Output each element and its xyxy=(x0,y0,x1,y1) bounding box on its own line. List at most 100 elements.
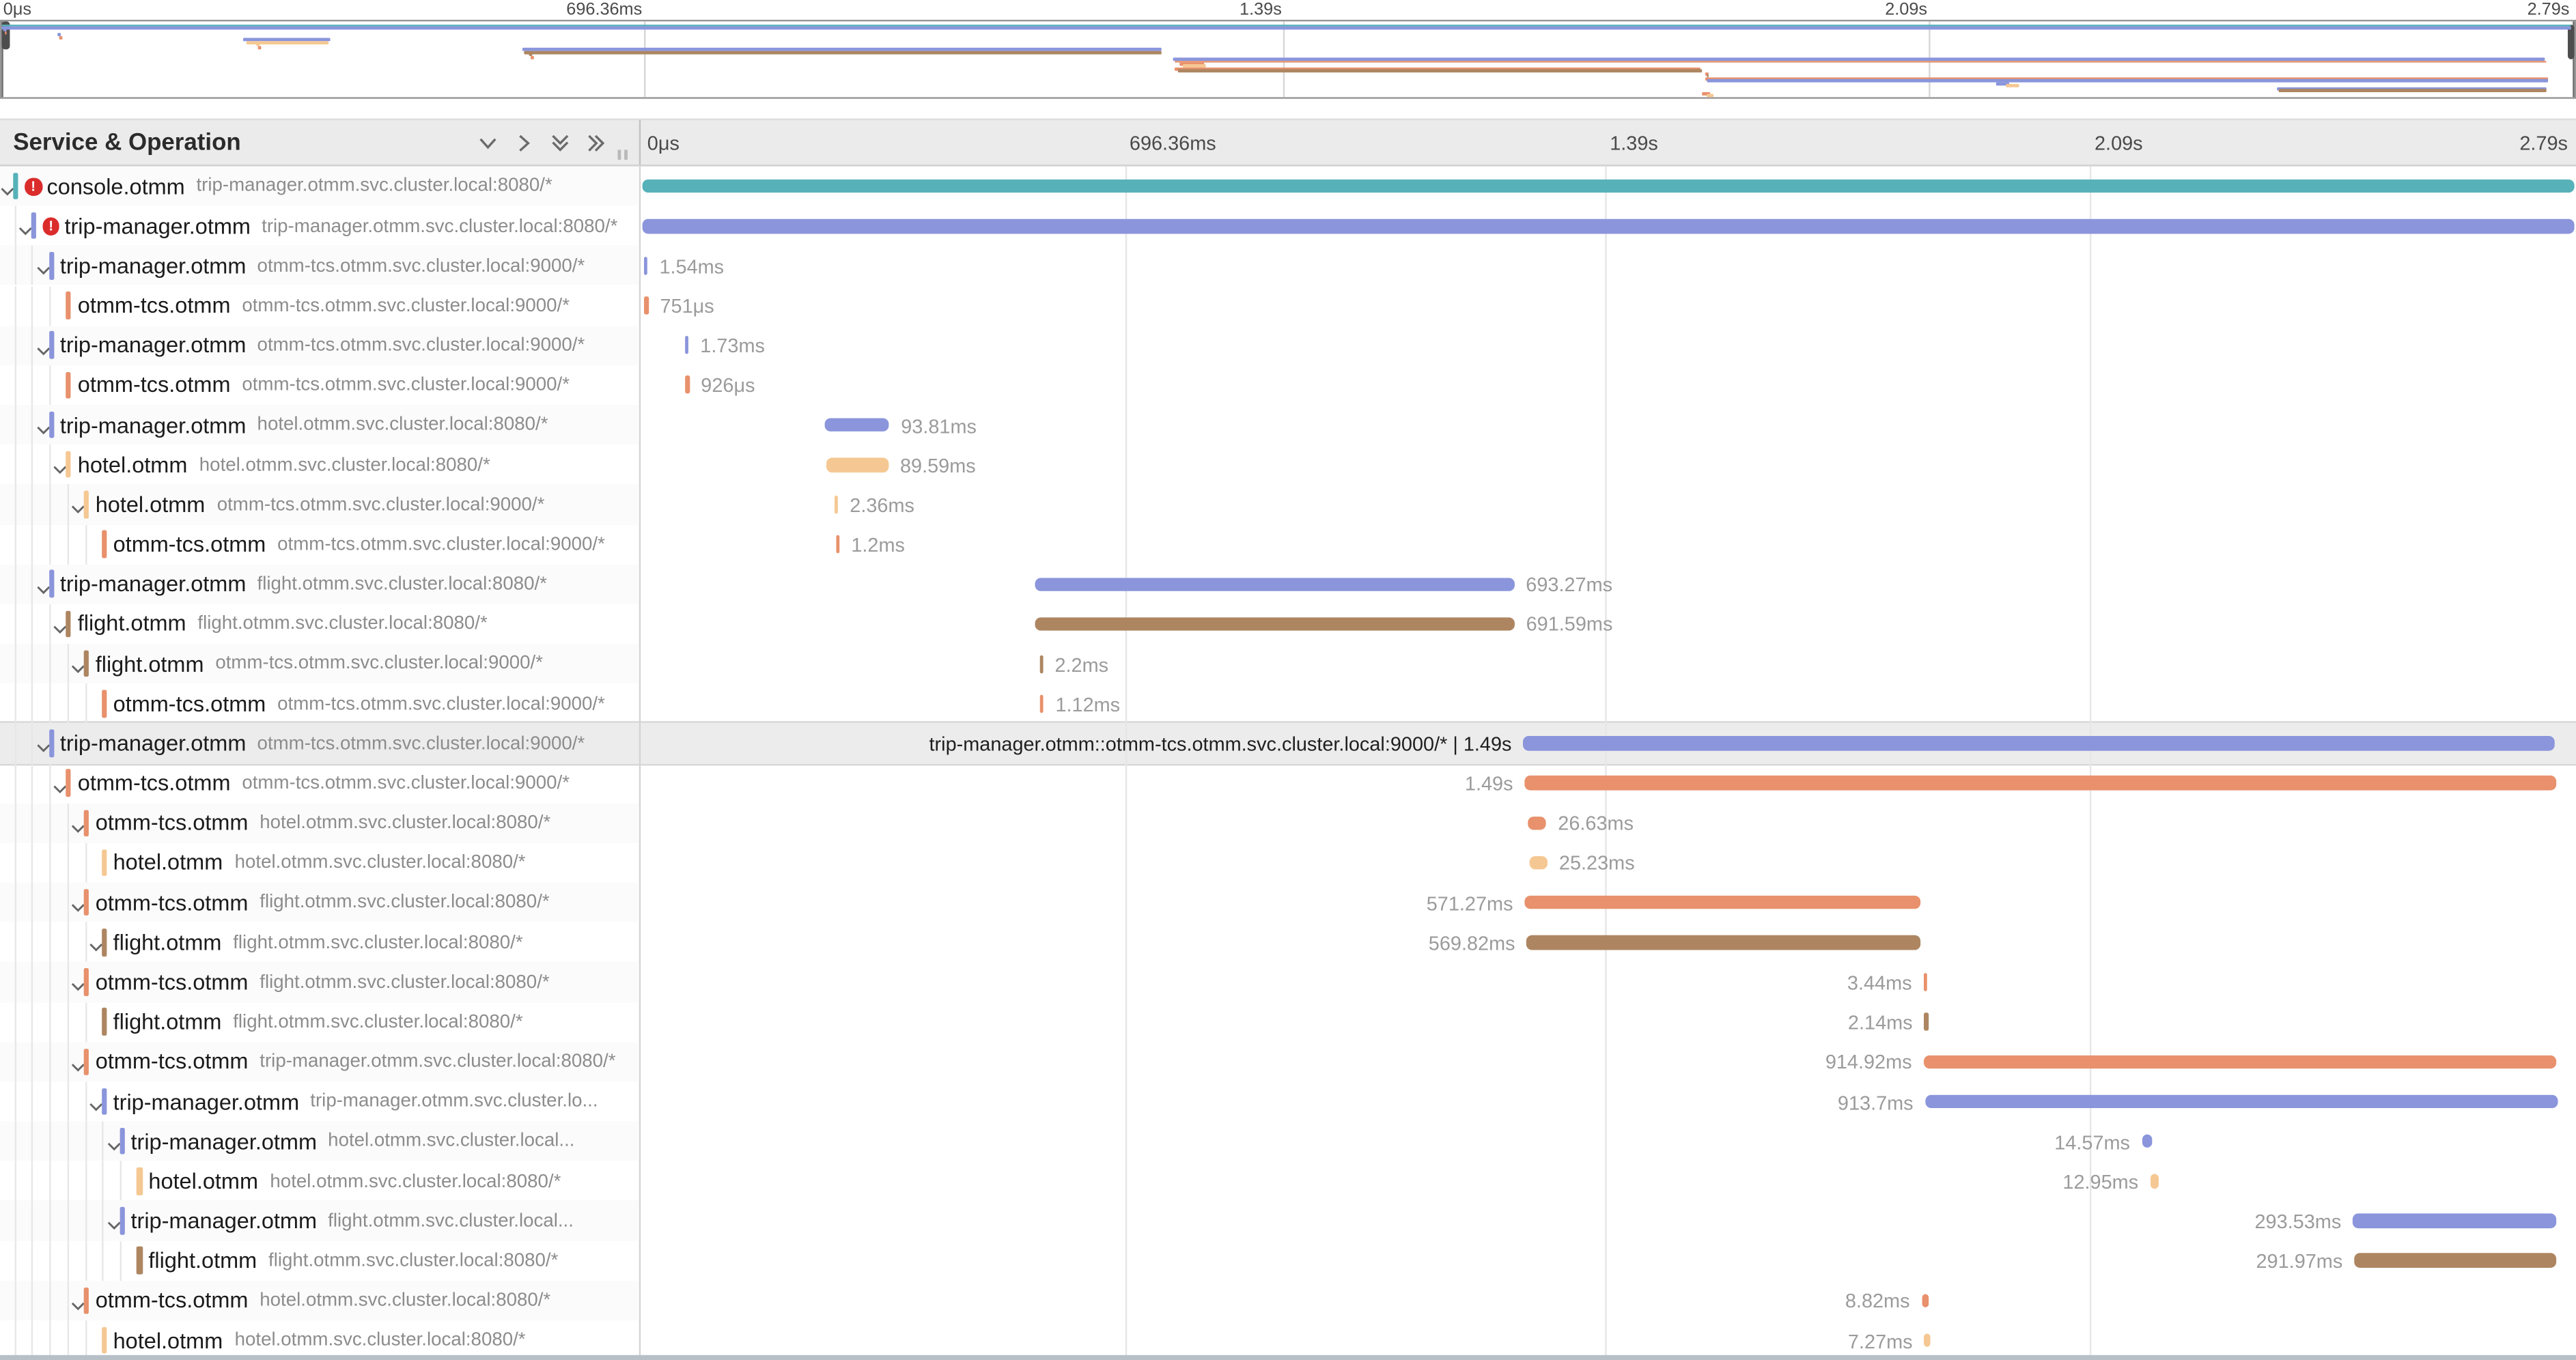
span-operation-name: hotel.otmm.svc.cluster.local:8080/* xyxy=(235,853,526,873)
row-collapse-chevron-icon[interactable] xyxy=(36,257,51,272)
indent-guide xyxy=(31,883,33,922)
span-tree-row[interactable]: trip-manager.otmmotmm-tcs.otmm.svc.clust… xyxy=(0,724,639,763)
span-duration-bar[interactable] xyxy=(1034,577,1514,591)
span-tree-row[interactable]: flight.otmmflight.otmm.svc.cluster.local… xyxy=(0,1241,639,1280)
trace-minimap[interactable]: 0μs696.36ms1.39s2.09s2.79s xyxy=(0,0,2576,97)
span-duration-bar[interactable] xyxy=(2150,1174,2159,1189)
span-duration-bar[interactable] xyxy=(835,535,839,554)
indent-guide xyxy=(67,1241,68,1280)
span-tree-row[interactable]: hotel.otmmotmm-tcs.otmm.svc.cluster.loca… xyxy=(0,485,639,524)
span-service-name: otmm-tcs.otmm xyxy=(96,969,249,994)
span-tree-row[interactable]: !trip-manager.otmmtrip-manager.otmm.svc.… xyxy=(0,206,639,246)
span-tree-row[interactable]: otmm-tcs.otmmotmm-tcs.otmm.svc.cluster.l… xyxy=(0,285,639,325)
span-duration-bar[interactable] xyxy=(826,457,888,472)
span-duration-bar[interactable] xyxy=(1924,1094,2557,1109)
span-tree-row[interactable]: otmm-tcs.otmmotmm-tcs.otmm.svc.cluster.l… xyxy=(0,763,639,803)
span-duration-bar[interactable] xyxy=(645,296,649,315)
double-chevron-right-icon[interactable] xyxy=(583,130,609,157)
span-tree-row[interactable]: flight.otmmflight.otmm.svc.cluster.local… xyxy=(0,1002,639,1042)
span-tree-row[interactable]: otmm-tcs.otmmflight.otmm.svc.cluster.loc… xyxy=(0,883,639,922)
span-tree-row[interactable]: otmm-tcs.otmmotmm-tcs.otmm.svc.cluster.l… xyxy=(0,524,639,564)
span-duration-bar[interactable] xyxy=(1530,855,1548,870)
span-tree-row[interactable]: flight.otmmflight.otmm.svc.cluster.local… xyxy=(0,604,639,644)
span-duration-bar[interactable] xyxy=(1039,655,1044,673)
chevron-right-icon[interactable] xyxy=(511,130,537,157)
span-duration-bar[interactable] xyxy=(1526,935,1921,950)
timeline-tick-label: 696.36ms xyxy=(1130,132,1216,155)
chevron-down-icon[interactable] xyxy=(475,130,501,157)
span-duration-bar[interactable] xyxy=(2142,1134,2152,1148)
span-tree-row[interactable]: otmm-tcs.otmmflight.otmm.svc.cluster.loc… xyxy=(0,962,639,1002)
span-duration-bar[interactable] xyxy=(684,337,688,355)
double-chevron-down-icon[interactable] xyxy=(547,130,573,157)
row-collapse-chevron-icon[interactable] xyxy=(36,735,51,750)
minimap-tick-label: 0μs xyxy=(3,0,31,20)
service-operation-header-cell: Service & Operation xyxy=(0,120,641,165)
span-tree-row[interactable]: trip-manager.otmmhotel.otmm.svc.cluster.… xyxy=(0,1122,639,1161)
span-duration-bar[interactable] xyxy=(1524,776,2556,791)
span-tree-row[interactable]: trip-manager.otmmotmm-tcs.otmm.svc.clust… xyxy=(0,326,639,365)
span-service-name: otmm-tcs.otmm xyxy=(113,691,266,716)
indent-guide xyxy=(31,842,33,882)
row-collapse-chevron-icon[interactable] xyxy=(36,416,51,431)
span-duration-bar[interactable] xyxy=(1040,694,1044,713)
span-tree-row[interactable]: flight.otmmflight.otmm.svc.cluster.local… xyxy=(0,922,639,962)
span-service-name: trip-manager.otmm xyxy=(131,1129,318,1154)
indent-guide xyxy=(14,564,15,604)
row-collapse-chevron-icon[interactable] xyxy=(106,1213,121,1228)
span-duration-bar[interactable] xyxy=(1923,973,1927,991)
span-tree-row[interactable]: flight.otmmotmm-tcs.otmm.svc.cluster.loc… xyxy=(0,644,639,683)
span-duration-bar[interactable] xyxy=(1921,1293,1928,1307)
span-duration-bar[interactable] xyxy=(2353,1214,2556,1228)
span-duration-bar[interactable] xyxy=(644,257,648,275)
span-duration-bar[interactable] xyxy=(685,376,689,395)
span-duration-bar[interactable] xyxy=(834,496,838,514)
span-duration-bar[interactable] xyxy=(1528,816,1546,830)
row-collapse-chevron-icon[interactable] xyxy=(36,576,51,591)
row-collapse-chevron-icon[interactable] xyxy=(89,1093,104,1108)
span-tree-row[interactable]: hotel.otmmhotel.otmm.svc.cluster.local:8… xyxy=(0,842,639,882)
span-tree-row[interactable]: !console.otmmtrip-manager.otmm.svc.clust… xyxy=(0,167,639,206)
indent-guide xyxy=(120,1241,122,1280)
span-tree-row[interactable]: trip-manager.otmmhotel.otmm.svc.cluster.… xyxy=(0,405,639,444)
minimap-span xyxy=(259,46,262,49)
column-resize-grip[interactable] xyxy=(618,150,630,159)
span-tree-row[interactable]: otmm-tcs.otmmtrip-manager.otmm.svc.clust… xyxy=(0,1042,639,1081)
span-duration-bar[interactable] xyxy=(824,418,889,432)
minimap-canvas[interactable] xyxy=(0,20,2576,99)
span-tree-row[interactable]: hotel.otmmhotel.otmm.svc.cluster.local:8… xyxy=(0,1161,639,1201)
service-color-bar xyxy=(102,1008,107,1036)
span-service-name: flight.otmm xyxy=(148,1248,257,1273)
span-duration-bar[interactable] xyxy=(1523,736,2555,750)
span-tree-row[interactable]: hotel.otmmhotel.otmm.svc.cluster.local:8… xyxy=(0,445,639,485)
span-tree-row[interactable]: otmm-tcs.otmmhotel.otmm.svc.cluster.loca… xyxy=(0,803,639,842)
span-duration-bar[interactable] xyxy=(1524,896,1920,910)
span-duration-bar[interactable] xyxy=(1923,1055,2557,1069)
span-tree-row[interactable]: trip-manager.otmmflight.otmm.svc.cluster… xyxy=(0,1201,639,1241)
span-duration-bar[interactable] xyxy=(643,219,2575,233)
span-duration-bar[interactable] xyxy=(1924,1013,1928,1032)
span-tree-row[interactable]: otmm-tcs.otmmotmm-tcs.otmm.svc.cluster.l… xyxy=(0,683,639,723)
span-tree-row[interactable]: otmm-tcs.otmmotmm-tcs.otmm.svc.cluster.l… xyxy=(0,365,639,405)
span-tree-row[interactable]: trip-manager.otmmflight.otmm.svc.cluster… xyxy=(0,564,639,604)
span-operation-name: hotel.otmm.svc.cluster.local:8080/* xyxy=(260,1291,550,1311)
span-tree-row[interactable]: trip-manager.otmmtrip-manager.otmm.svc.c… xyxy=(0,1081,639,1121)
span-service-name: otmm-tcs.otmm xyxy=(78,373,231,397)
span-operation-name: trip-manager.otmm.svc.cluster.local:8080… xyxy=(262,216,617,236)
span-duration-bar[interactable] xyxy=(1924,1333,1931,1348)
row-collapse-chevron-icon[interactable] xyxy=(36,337,51,352)
row-collapse-chevron-icon[interactable] xyxy=(89,934,104,949)
span-duration-bar[interactable] xyxy=(1036,617,1515,632)
minimap-scrubber-right-handle[interactable] xyxy=(2567,25,2575,59)
span-duration-bar[interactable] xyxy=(643,179,2575,193)
horizontal-scrollbar[interactable] xyxy=(0,1355,2576,1360)
span-operation-name: flight.otmm.svc.cluster.local:8080/* xyxy=(197,614,487,634)
span-tree-row[interactable]: trip-manager.otmmotmm-tcs.otmm.svc.clust… xyxy=(0,246,639,285)
indent-guide xyxy=(31,405,33,444)
row-collapse-chevron-icon[interactable] xyxy=(106,1133,121,1148)
row-collapse-chevron-icon[interactable] xyxy=(18,218,33,233)
span-operation-name: flight.otmm.svc.cluster.local:8080/* xyxy=(260,893,549,913)
span-duration-bar[interactable] xyxy=(2354,1253,2556,1268)
span-tree-row[interactable]: otmm-tcs.otmmhotel.otmm.svc.cluster.loca… xyxy=(0,1281,639,1320)
indent-guide xyxy=(31,285,33,325)
